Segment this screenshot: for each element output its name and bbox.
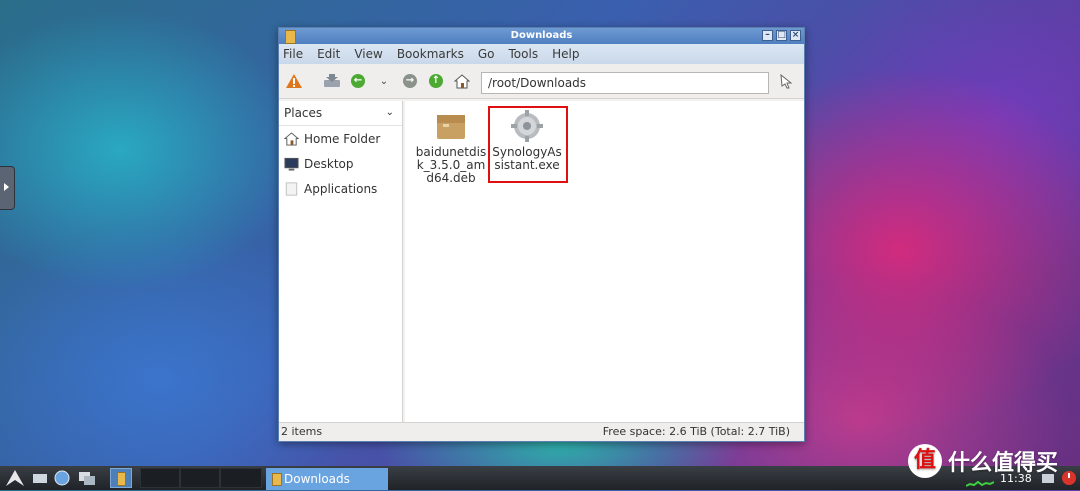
- file-item-baidunetdisk[interactable]: baidunetdisk_3.5.0_amd64.deb: [415, 109, 487, 185]
- places-header[interactable]: Places ⌄: [279, 101, 402, 126]
- file-name: baidunetdisk_3.5.0_amd64.deb: [415, 145, 487, 185]
- forward-button[interactable]: →: [399, 70, 421, 92]
- up-arrow-icon: ↑: [429, 74, 443, 88]
- back-button[interactable]: ←: [347, 70, 369, 92]
- desktop-panel-handle[interactable]: [0, 166, 15, 210]
- home-icon: [284, 131, 299, 146]
- desktop-icon: [284, 157, 299, 171]
- windows-icon: [79, 472, 95, 485]
- menu-go[interactable]: Go: [478, 47, 495, 61]
- show-desktop-button[interactable]: [30, 468, 50, 488]
- bookmark-icon: [780, 73, 793, 89]
- sidebar-item-applications[interactable]: Applications: [279, 176, 402, 201]
- menu-view[interactable]: View: [354, 47, 382, 61]
- file-manager-launcher[interactable]: [110, 468, 132, 488]
- menu-bar: File Edit View Bookmarks Go Tools Help: [279, 44, 804, 64]
- window-title: Downloads: [510, 30, 573, 41]
- sidebar-item-label: Home Folder: [304, 131, 381, 146]
- home-icon: [454, 73, 470, 88]
- applications-icon: [285, 181, 298, 196]
- workspace-3[interactable]: [220, 468, 262, 488]
- task-label: Downloads: [284, 472, 350, 486]
- up-button[interactable]: ↑: [425, 70, 447, 92]
- warning-icon: [286, 74, 302, 88]
- package-icon: [437, 115, 465, 139]
- watermark-text: 什么值得买: [948, 451, 1059, 476]
- expand-arrow-icon: [4, 183, 9, 191]
- chevron-down-icon: ⌄: [379, 75, 389, 87]
- places-sidebar: Places ⌄ Home Folder Desktop Application…: [279, 101, 403, 423]
- folder-app-icon: [285, 30, 296, 44]
- places-title: Places: [284, 106, 323, 120]
- workspace-2[interactable]: [180, 468, 220, 488]
- window-switcher[interactable]: [76, 468, 98, 488]
- sidebar-item-desktop[interactable]: Desktop: [279, 151, 402, 176]
- status-bar: 2 items Free space: 2.6 TiB (Total: 2.7 …: [279, 422, 804, 441]
- sidebar-item-home-folder[interactable]: Home Folder: [279, 126, 402, 151]
- menu-launcher-button[interactable]: [4, 468, 26, 488]
- watermark-logo: 值: [908, 444, 942, 478]
- minimize-button[interactable]: –: [762, 30, 773, 41]
- folder-icon: [272, 473, 282, 486]
- bookmark-location-button[interactable]: [775, 70, 797, 92]
- browser-launcher[interactable]: [52, 468, 72, 488]
- power-button[interactable]: [1060, 468, 1078, 488]
- menu-tools[interactable]: Tools: [509, 47, 539, 61]
- sidebar-item-label: Desktop: [304, 156, 354, 171]
- power-icon: [1062, 471, 1076, 485]
- home-button[interactable]: [451, 70, 473, 92]
- item-count: 2 items: [281, 425, 323, 438]
- location-input[interactable]: /root/Downloads: [481, 72, 769, 94]
- menu-bookmarks[interactable]: Bookmarks: [397, 47, 464, 61]
- highlight-annotation-box: [488, 106, 568, 183]
- back-arrow-icon: ←: [351, 74, 365, 88]
- forward-arrow-icon: →: [403, 74, 417, 88]
- free-space: Free space: 2.6 TiB (Total: 2.7 TiB): [602, 425, 790, 438]
- drive-icon: [324, 74, 340, 87]
- menu-file[interactable]: File: [283, 47, 303, 61]
- folder-icon: [117, 472, 126, 486]
- workspace-1[interactable]: [140, 468, 180, 488]
- chevron-down-icon: ⌄: [385, 107, 394, 118]
- menu-help[interactable]: Help: [552, 47, 579, 61]
- file-manager-window: Downloads – □ × File Edit View Bookmarks…: [278, 27, 805, 442]
- menu-edit[interactable]: Edit: [317, 47, 340, 61]
- start-menu-icon: [6, 470, 24, 486]
- drive-button[interactable]: [321, 70, 343, 92]
- window-titlebar[interactable]: Downloads – □ ×: [279, 28, 804, 44]
- maximize-button[interactable]: □: [776, 30, 787, 41]
- history-dropdown[interactable]: ⌄: [373, 70, 395, 92]
- task-downloads[interactable]: Downloads: [266, 468, 388, 490]
- sidebar-item-label: Applications: [304, 181, 378, 196]
- globe-icon: [54, 470, 70, 486]
- file-area: baidunetdisk_3.5.0_amd64.deb SynologyAss…: [405, 101, 804, 423]
- watermark: 值 什么值得买: [908, 444, 1058, 478]
- warning-button[interactable]: [283, 70, 305, 92]
- show-desktop-icon: [33, 474, 47, 483]
- close-button[interactable]: ×: [790, 30, 801, 41]
